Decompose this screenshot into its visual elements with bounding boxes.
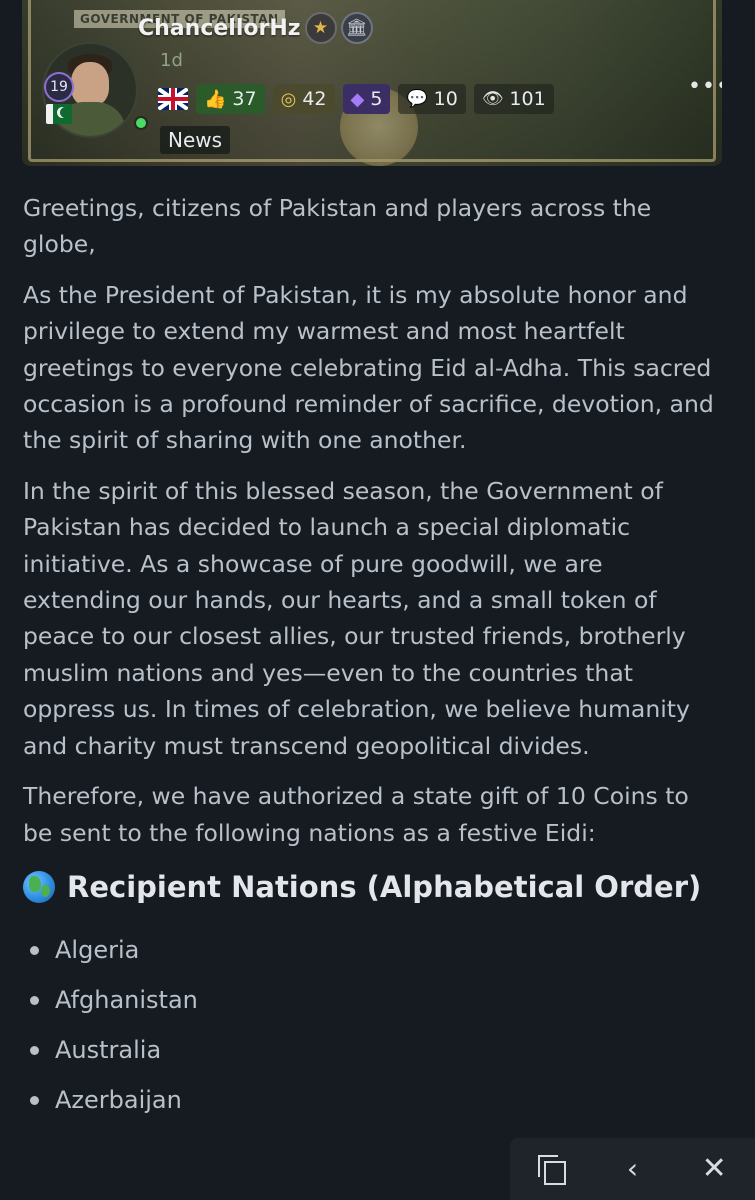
article-paragraph: Therefore, we have authorized a state gi…: [23, 782, 689, 847]
bottom-toolbar: ‹ ✕: [510, 1138, 755, 1200]
article-paragraph: As the President of Pakistan, it is my a…: [23, 280, 714, 455]
uk-flag-icon: [158, 88, 188, 110]
list-item: Australia: [23, 1025, 723, 1075]
more-options-button[interactable]: •••: [688, 74, 722, 99]
pakistan-flag-icon: [46, 104, 72, 124]
coins-count: 42: [302, 88, 327, 110]
votes-count: 37: [232, 88, 257, 110]
comments-count: 10: [433, 88, 458, 110]
article-paragraph: Greetings, citizens of Pakistan and play…: [23, 194, 652, 259]
list-item: Azerbaijan: [23, 1075, 723, 1125]
back-button[interactable]: ‹: [607, 1144, 657, 1194]
views-stat: 👁 101: [473, 84, 554, 114]
nation-name: Algeria: [55, 936, 140, 965]
section-heading-text: Recipient Nations (Alphabetical Order): [67, 869, 702, 904]
article-body: Greetings, citizens of Pakistan and play…: [23, 190, 723, 1125]
comment-icon: 💬: [406, 89, 428, 109]
votes-stat[interactable]: 👍 37: [196, 84, 265, 114]
chevron-left-icon: ‹: [626, 1152, 639, 1185]
post-tag[interactable]: News: [160, 126, 231, 154]
author-row: ChancellorHz ★ 🏛: [138, 12, 373, 44]
nation-name: Azerbaijan: [55, 1086, 182, 1115]
close-icon: ✕: [701, 1151, 727, 1186]
copy-icon: [537, 1155, 566, 1185]
list-item: Afghanistan: [23, 975, 723, 1025]
author-name[interactable]: ChancellorHz: [138, 16, 301, 41]
level-badge: 19: [44, 72, 74, 102]
gems-stat[interactable]: ◆ 5: [342, 84, 391, 114]
government-icon: 🏛: [340, 12, 373, 44]
post-time: 1d: [160, 50, 183, 71]
article-paragraph: In the spirit of this blessed season, th…: [23, 476, 690, 760]
gem-icon: ◆: [350, 88, 365, 110]
stats-row: 👍 37 ◎ 42 ◆ 5 💬 10 👁 101: [158, 84, 554, 114]
thumbs-icon: 👍: [204, 88, 227, 110]
nation-name: Australia: [55, 1036, 162, 1065]
list-item: Algeria: [23, 925, 723, 975]
star-icon: ★: [304, 12, 337, 44]
copy-button[interactable]: [526, 1144, 576, 1194]
comments-stat[interactable]: 💬 10: [398, 84, 466, 114]
post-header: GOVERNMENT OF PAKISTAN 19 ChancellorHz ★…: [22, 0, 722, 166]
views-count: 101: [509, 88, 546, 110]
nation-list: Algeria Afghanistan Australia Azerbaijan: [23, 925, 723, 1125]
section-heading: Recipient Nations (Alphabetical Order): [23, 869, 723, 905]
close-button[interactable]: ✕: [689, 1144, 739, 1194]
nation-name: Afghanistan: [55, 986, 198, 1015]
online-status-dot: [134, 116, 148, 130]
globe-icon: [23, 871, 55, 904]
eye-icon: 👁: [481, 89, 504, 109]
gems-count: 5: [370, 88, 383, 110]
coins-icon: ◎: [280, 88, 297, 110]
coins-stat[interactable]: ◎ 42: [272, 84, 335, 114]
